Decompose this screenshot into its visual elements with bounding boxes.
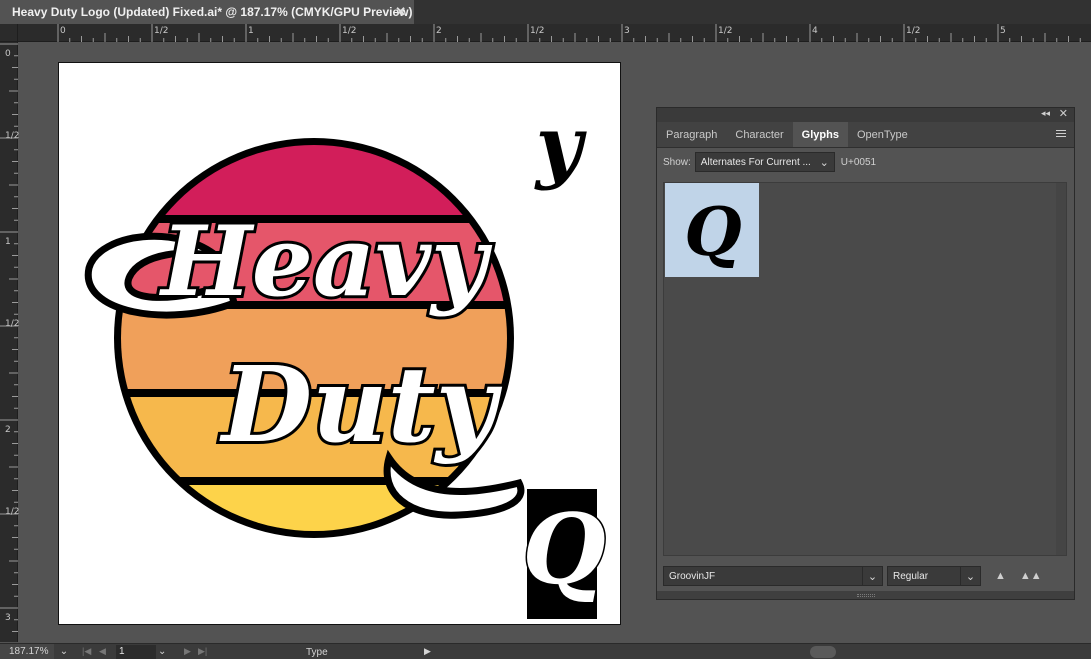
close-tab-icon[interactable]: ✕ [395,4,406,20]
document-tab-bar: Heavy Duty Logo (Updated) Fixed.ai* @ 18… [0,0,1091,24]
show-dropdown-value: Alternates For Current ... [700,156,811,168]
last-artboard-icon[interactable]: ▶| [198,644,207,659]
horizontal-scrollbar-thumb[interactable] [810,646,836,658]
tab-paragraph[interactable]: Paragraph [657,122,726,147]
horizontal-ruler[interactable]: 0 1/2 1 1/2 2 1/2 3 1/2 4 1/2 5 [18,24,1091,42]
ruler-label: 1/2 [5,131,20,141]
ruler-label: 5 [1000,26,1006,36]
close-panel-icon[interactable]: ✕ [1059,107,1068,120]
show-row: Show: Alternates For Current ... ⌄ U+005… [657,148,1074,176]
panel-menu-icon[interactable] [1056,130,1066,139]
vertical-ruler[interactable]: 0 1/2 1 1/2 2 1/2 3 [0,42,20,642]
ruler-label: 0 [5,49,11,59]
stray-glyph-y[interactable]: y [534,98,588,192]
ruler-label: 2 [436,26,442,36]
chevron-down-icon: ⌄ [819,156,829,169]
status-menu-icon[interactable]: ▶ [424,644,431,659]
logo-text-heavy: Heavy [158,205,493,318]
zoom-out-glyphs-icon[interactable]: ▲ [995,570,1006,582]
artboard-number-field[interactable]: 1 [116,645,156,659]
font-style-value: Regular [893,570,929,582]
ruler-origin[interactable] [0,24,18,42]
chevron-down-icon[interactable]: ⌄ [961,566,981,586]
ruler-label: 1/2 [906,26,921,36]
zoom-level[interactable]: 187.17% [0,644,54,659]
ruler-label: 1 [248,26,254,36]
previous-artboard-icon[interactable]: ◀ [99,644,106,659]
current-tool-status: Type [306,647,328,658]
glyph-cell[interactable]: Q [665,183,759,277]
document-title: Heavy Duty Logo (Updated) Fixed.ai* @ 18… [12,5,413,19]
horizontal-ruler-ticks [57,24,1081,42]
ruler-label: 0 [60,26,66,36]
ruler-label: 1 [5,237,11,247]
ruler-label: 1/2 [342,26,357,36]
panel-header[interactable]: ◂◂ ✕ [657,108,1074,122]
collapse-panel-icon[interactable]: ◂◂ [1041,108,1050,119]
glyph-preview: Q [684,193,742,271]
font-family-value: GroovinJF [669,570,716,582]
show-dropdown[interactable]: Alternates For Current ... ⌄ [694,152,835,172]
font-family-dropdown[interactable]: GroovinJF [663,566,863,586]
unicode-readout: U+0051 [840,156,877,168]
ruler-label: 4 [812,26,818,36]
artboard[interactable]: Heavy Duty y Q [58,62,621,625]
chevron-down-icon[interactable]: ⌄ [158,644,172,659]
ruler-label: 3 [5,613,11,623]
horizontal-scrollbar[interactable] [440,646,1091,658]
first-artboard-icon[interactable]: |◀ [82,644,91,659]
logo-text-duty: Duty [219,343,503,466]
ruler-label: 1/2 [154,26,169,36]
ruler-label: 1/2 [5,507,20,517]
panel-tabs: Paragraph Character Glyphs OpenType [657,122,1074,148]
next-artboard-icon[interactable]: ▶ [184,644,191,659]
ruler-label: 1/2 [530,26,545,36]
glyph-preview-q: Q [684,193,742,271]
chevron-down-icon[interactable]: ⌄ [56,644,72,659]
tab-character[interactable]: Character [726,122,792,147]
tab-glyphs[interactable]: Glyphs [792,122,848,147]
ruler-label: 1/2 [718,26,733,36]
ruler-label: 2 [5,425,11,435]
panel-resize-grip[interactable] [657,591,1074,599]
chevron-down-icon[interactable]: ⌄ [863,566,883,586]
heavy-duty-logo[interactable]: Heavy Duty y Q [59,63,621,625]
status-bar: 187.17% ⌄ |◀ ◀ 1 ⌄ ▶ ▶| Type ▶ [0,643,1091,659]
zoom-in-glyphs-icon[interactable]: ▲▲ [1020,570,1042,582]
ruler-label: 3 [624,26,630,36]
font-style-dropdown[interactable]: Regular [887,566,961,586]
show-label: Show: [663,156,691,168]
ruler-label: 1/2 [5,319,20,329]
glyphs-panel: ◂◂ ✕ Paragraph Character Glyphs OpenType… [656,107,1075,600]
document-tab[interactable]: Heavy Duty Logo (Updated) Fixed.ai* @ 18… [0,0,414,24]
font-row: GroovinJF ⌄ Regular ⌄ ▲ ▲▲ [663,565,1073,587]
glyph-grid-scrollbar[interactable] [1056,183,1066,555]
glyph-grid[interactable]: Q [663,182,1067,556]
stray-glyph-q[interactable]: Q [521,492,608,608]
tab-opentype[interactable]: OpenType [848,122,917,147]
